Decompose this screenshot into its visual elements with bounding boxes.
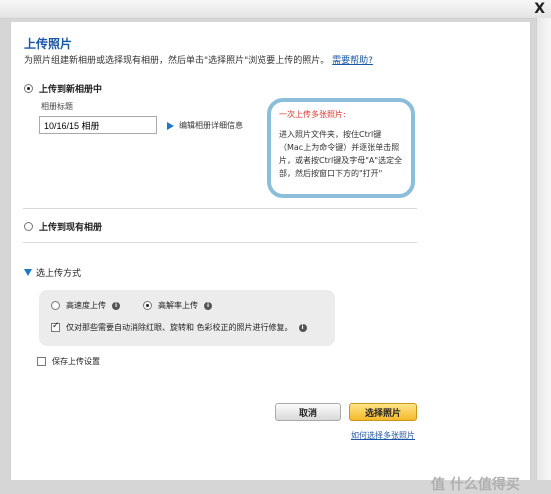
auto-fix-label: 仅对那些需要自动消除红眼、旋转和 色彩校正的照片进行修复。	[66, 323, 293, 332]
auto-fix-checkbox[interactable]	[51, 321, 60, 332]
window-titlebar: X	[0, 0, 551, 19]
quality-upload-label: 高解率上传	[158, 301, 198, 310]
description-text: 为照片组建新相册或选择现有相册，然后单击"选择照片"浏览要上传的照片。	[24, 56, 330, 66]
divider	[23, 242, 417, 243]
tip-title: 一次上传多张照片:	[279, 110, 346, 119]
info-icon[interactable]: i	[112, 301, 120, 310]
upload-method-toggle[interactable]: 选上传方式	[24, 266, 81, 279]
close-icon[interactable]: X	[534, 1, 545, 17]
info-icon[interactable]: i	[298, 323, 307, 332]
dialog-description: 为照片组建新相册或选择现有相册，然后单击"选择照片"浏览要上传的照片。 需要帮助…	[24, 53, 373, 66]
dialog-title: 上传照片	[24, 37, 73, 51]
upload-method-panel: 高速度上传 i 高解率上传 i 仅对那些需要自动消除红眼、旋转和 色彩校正的照片…	[39, 290, 335, 346]
album-title-label: 相册标题	[41, 102, 73, 111]
select-photos-button[interactable]: 选择照片	[349, 403, 417, 421]
tip-body: 进入照片文件夹，按住Ctrl键（Mac上为命令键）并逐张单击照片，或者按Ctrl…	[279, 130, 403, 178]
select-multiple-help-link[interactable]: 如何选择多张照片	[351, 430, 415, 441]
scrollbar[interactable]	[536, 18, 551, 480]
edit-album-details[interactable]: 编辑相册详细信息	[167, 120, 243, 131]
auto-fix-option[interactable]: 仅对那些需要自动消除红眼、旋转和 色彩校正的照片进行修复。 i	[51, 321, 307, 333]
fast-upload-radio[interactable]	[51, 301, 60, 310]
collapse-arrow-icon	[24, 269, 32, 276]
new-album-radio[interactable]	[24, 84, 33, 93]
help-link[interactable]: 需要帮助?	[332, 56, 373, 66]
existing-album-radio[interactable]	[24, 222, 33, 231]
existing-album-label: 上传到现有相册	[39, 223, 103, 233]
new-album-label: 上传到新相册中	[39, 85, 103, 95]
upload-dialog: 上传照片 为照片组建新相册或选择现有相册，然后单击"选择照片"浏览要上传的照片。…	[10, 22, 531, 493]
cancel-button[interactable]: 取消	[275, 403, 341, 421]
save-settings-option[interactable]: 保存上传设置	[37, 356, 100, 367]
divider	[23, 208, 417, 209]
watermark: 值 什么值得买	[431, 477, 520, 493]
save-settings-checkbox[interactable]	[37, 357, 46, 366]
existing-album-option[interactable]: 上传到现有相册	[24, 220, 102, 233]
info-icon[interactable]: i	[204, 301, 212, 310]
new-album-option[interactable]: 上传到新相册中	[24, 82, 102, 95]
edit-details-label: 编辑相册详细信息	[179, 121, 243, 130]
expand-arrow-icon	[167, 121, 174, 130]
fast-upload-label: 高速度上传	[66, 301, 106, 310]
upload-method-heading: 选上传方式	[36, 269, 82, 279]
quality-upload-radio[interactable]	[143, 301, 152, 310]
tip-bubble: 一次上传多张照片: 进入照片文件夹，按住Ctrl键（Mac上为命令键）并逐张单击…	[267, 98, 415, 198]
save-settings-label: 保存上传设置	[52, 357, 100, 366]
quality-upload-option[interactable]: 高解率上传 i	[143, 300, 212, 311]
album-title-input[interactable]	[39, 116, 157, 134]
fast-upload-option[interactable]: 高速度上传 i	[51, 300, 120, 311]
